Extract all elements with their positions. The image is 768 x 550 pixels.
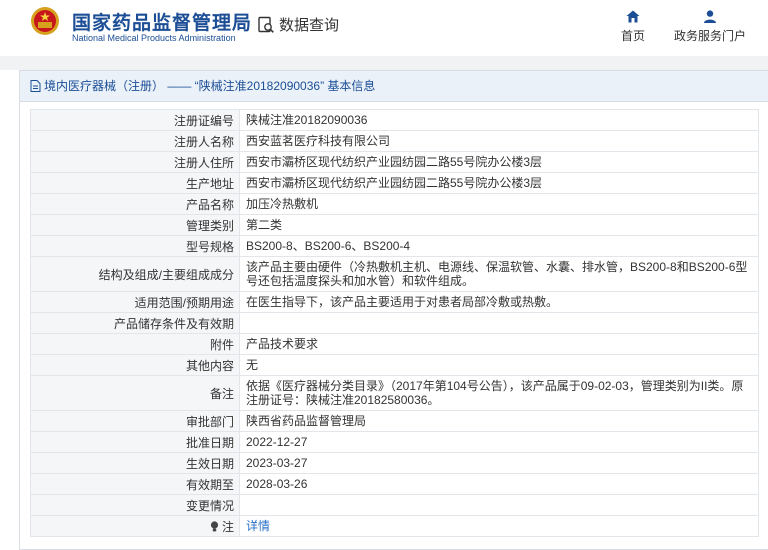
field-value: 依据《医疗器械分类目录》（2017年第104号公告），该产品属于09-02-03… — [239, 375, 759, 411]
nav-home[interactable]: 首页 — [616, 10, 650, 44]
field-label: 产品储存条件及有效期 — [30, 312, 240, 334]
field-value: 2028-03-26 — [239, 473, 759, 495]
table-row-note: 注 详情 — [30, 515, 759, 537]
field-value: 产品技术要求 — [239, 333, 759, 355]
search-doc-icon — [258, 16, 274, 33]
table-row: 型号规格 BS200-8、BS200-6、BS200-4 — [30, 235, 759, 257]
field-value: 陕械注准20182090036 — [239, 109, 759, 131]
field-label: 注册证编号 — [30, 109, 240, 131]
table-row: 结构及组成/主要组成成分 该产品主要由硬件（冷热敷机主机、电源线、保温软管、水囊、… — [30, 256, 759, 292]
field-value: 2023-03-27 — [239, 452, 759, 474]
field-value — [239, 312, 759, 334]
org-name-en: National Medical Products Administration — [72, 33, 236, 43]
field-label: 变更情况 — [30, 494, 240, 516]
note-label-cell: 注 — [30, 515, 240, 537]
table-row: 备注 依据《医疗器械分类目录》（2017年第104号公告），该产品属于09-02-… — [30, 375, 759, 411]
field-value: 在医生指导下，该产品主要适用于对患者局部冷敷或热敷。 — [239, 291, 759, 313]
site-header: 国家药品监督管理局 National Medical Products Admi… — [0, 0, 768, 56]
table-row: 附件 产品技术要求 — [30, 333, 759, 355]
field-value — [239, 494, 759, 516]
field-label: 注册人名称 — [30, 130, 240, 152]
table-row: 批准日期 2022-12-27 — [30, 431, 759, 453]
field-label: 型号规格 — [30, 235, 240, 257]
table-row: 变更情况 — [30, 494, 759, 516]
data-query-link[interactable]: 数据查询 — [257, 14, 339, 35]
field-label: 适用范围/预期用途 — [30, 291, 240, 313]
table-row: 注册人住所 西安市灞桥区现代纺织产业园纺园二路55号院办公楼3层 — [30, 151, 759, 173]
note-label: 注 — [221, 519, 234, 534]
field-value: 西安市灞桥区现代纺织产业园纺园二路55号院办公楼3层 — [239, 151, 759, 173]
field-label: 生产地址 — [30, 172, 240, 194]
field-label: 其他内容 — [30, 354, 240, 376]
org-name-cn[interactable]: 国家药品监督管理局 — [72, 8, 252, 35]
field-value: BS200-8、BS200-6、BS200-4 — [239, 235, 759, 257]
bulb-icon — [210, 520, 218, 531]
field-label: 结构及组成/主要组成成分 — [30, 256, 240, 292]
table-row: 生产地址 西安市灞桥区现代纺织产业园纺园二路55号院办公楼3层 — [30, 172, 759, 194]
user-icon — [704, 10, 716, 23]
nav-home-label: 首页 — [620, 29, 645, 43]
field-value: 该产品主要由硬件（冷热敷机主机、电源线、保温软管、水囊、排水管，BS200-8和… — [239, 256, 759, 292]
table-row: 产品名称 加压冷热敷机 — [30, 193, 759, 215]
panel-title-text: 境内医疗器械（注册） —— “陕械注准20182090036” 基本信息 — [44, 79, 376, 93]
field-label: 审批部门 — [30, 410, 240, 432]
field-label: 有效期至 — [30, 473, 240, 495]
field-value: 第二类 — [239, 214, 759, 236]
document-icon — [30, 80, 41, 92]
field-label: 生效日期 — [30, 452, 240, 474]
data-query-label: 数据查询 — [279, 17, 340, 34]
table-row: 审批部门 陕西省药品监督管理局 — [30, 410, 759, 432]
nav-gov-service-label: 政务服务门户 — [673, 29, 746, 43]
home-icon — [626, 10, 640, 23]
table-row: 注册人名称 西安蓝茗医疗科技有限公司 — [30, 130, 759, 152]
table-row: 管理类别 第二类 — [30, 214, 759, 236]
field-value: 2022-12-27 — [239, 431, 759, 453]
field-label: 备注 — [30, 375, 240, 411]
panel-title: 境内医疗器械（注册） —— “陕械注准20182090036” 基本信息 — [20, 71, 768, 102]
table-row: 适用范围/预期用途 在医生指导下，该产品主要适用于对患者局部冷敷或热敷。 — [30, 291, 759, 313]
field-value: 西安蓝茗医疗科技有限公司 — [239, 130, 759, 152]
header-divider — [0, 56, 768, 70]
detail-link[interactable]: 详情 — [246, 519, 270, 533]
table-row: 生效日期 2023-03-27 — [30, 452, 759, 474]
nav-gov-service[interactable]: 政务服务门户 — [670, 10, 750, 44]
field-label: 批准日期 — [30, 431, 240, 453]
national-emblem-icon — [31, 7, 59, 35]
field-label: 注册人住所 — [30, 151, 240, 173]
field-label: 产品名称 — [30, 193, 240, 215]
field-label: 附件 — [30, 333, 240, 355]
table-row: 产品储存条件及有效期 — [30, 312, 759, 334]
field-value: 西安市灞桥区现代纺织产业园纺园二路55号院办公楼3层 — [239, 172, 759, 194]
table-row: 有效期至 2028-03-26 — [30, 473, 759, 495]
field-label: 管理类别 — [30, 214, 240, 236]
note-value-cell: 详情 — [239, 515, 759, 537]
detail-panel: 境内医疗器械（注册） —— “陕械注准20182090036” 基本信息 注册证… — [19, 70, 768, 550]
info-table: 注册证编号 陕械注准20182090036 注册人名称 西安蓝茗医疗科技有限公司 注册人… — [30, 109, 759, 537]
table-row: 注册证编号 陕械注准20182090036 — [30, 109, 759, 131]
table-row: 其他内容无 — [30, 354, 759, 376]
field-value: 加压冷热敷机 — [239, 193, 759, 215]
field-value: 无 — [239, 354, 759, 376]
field-value: 陕西省药品监督管理局 — [239, 410, 759, 432]
